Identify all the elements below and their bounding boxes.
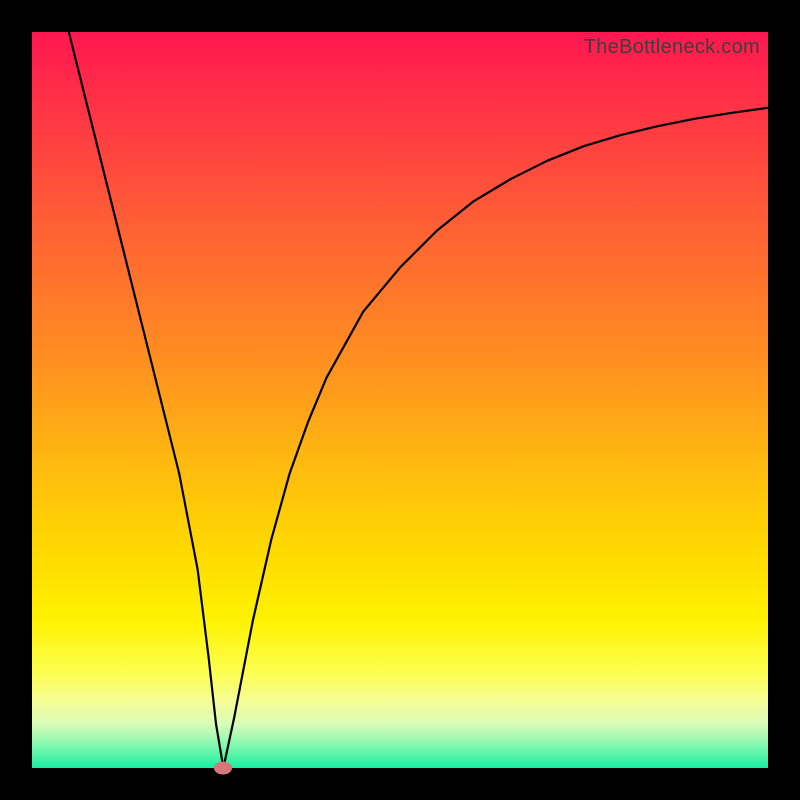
dip-marker [214,762,232,775]
line-series [32,32,768,768]
plot-area: TheBottleneck.com [32,32,768,768]
chart-frame: TheBottleneck.com [0,0,800,800]
